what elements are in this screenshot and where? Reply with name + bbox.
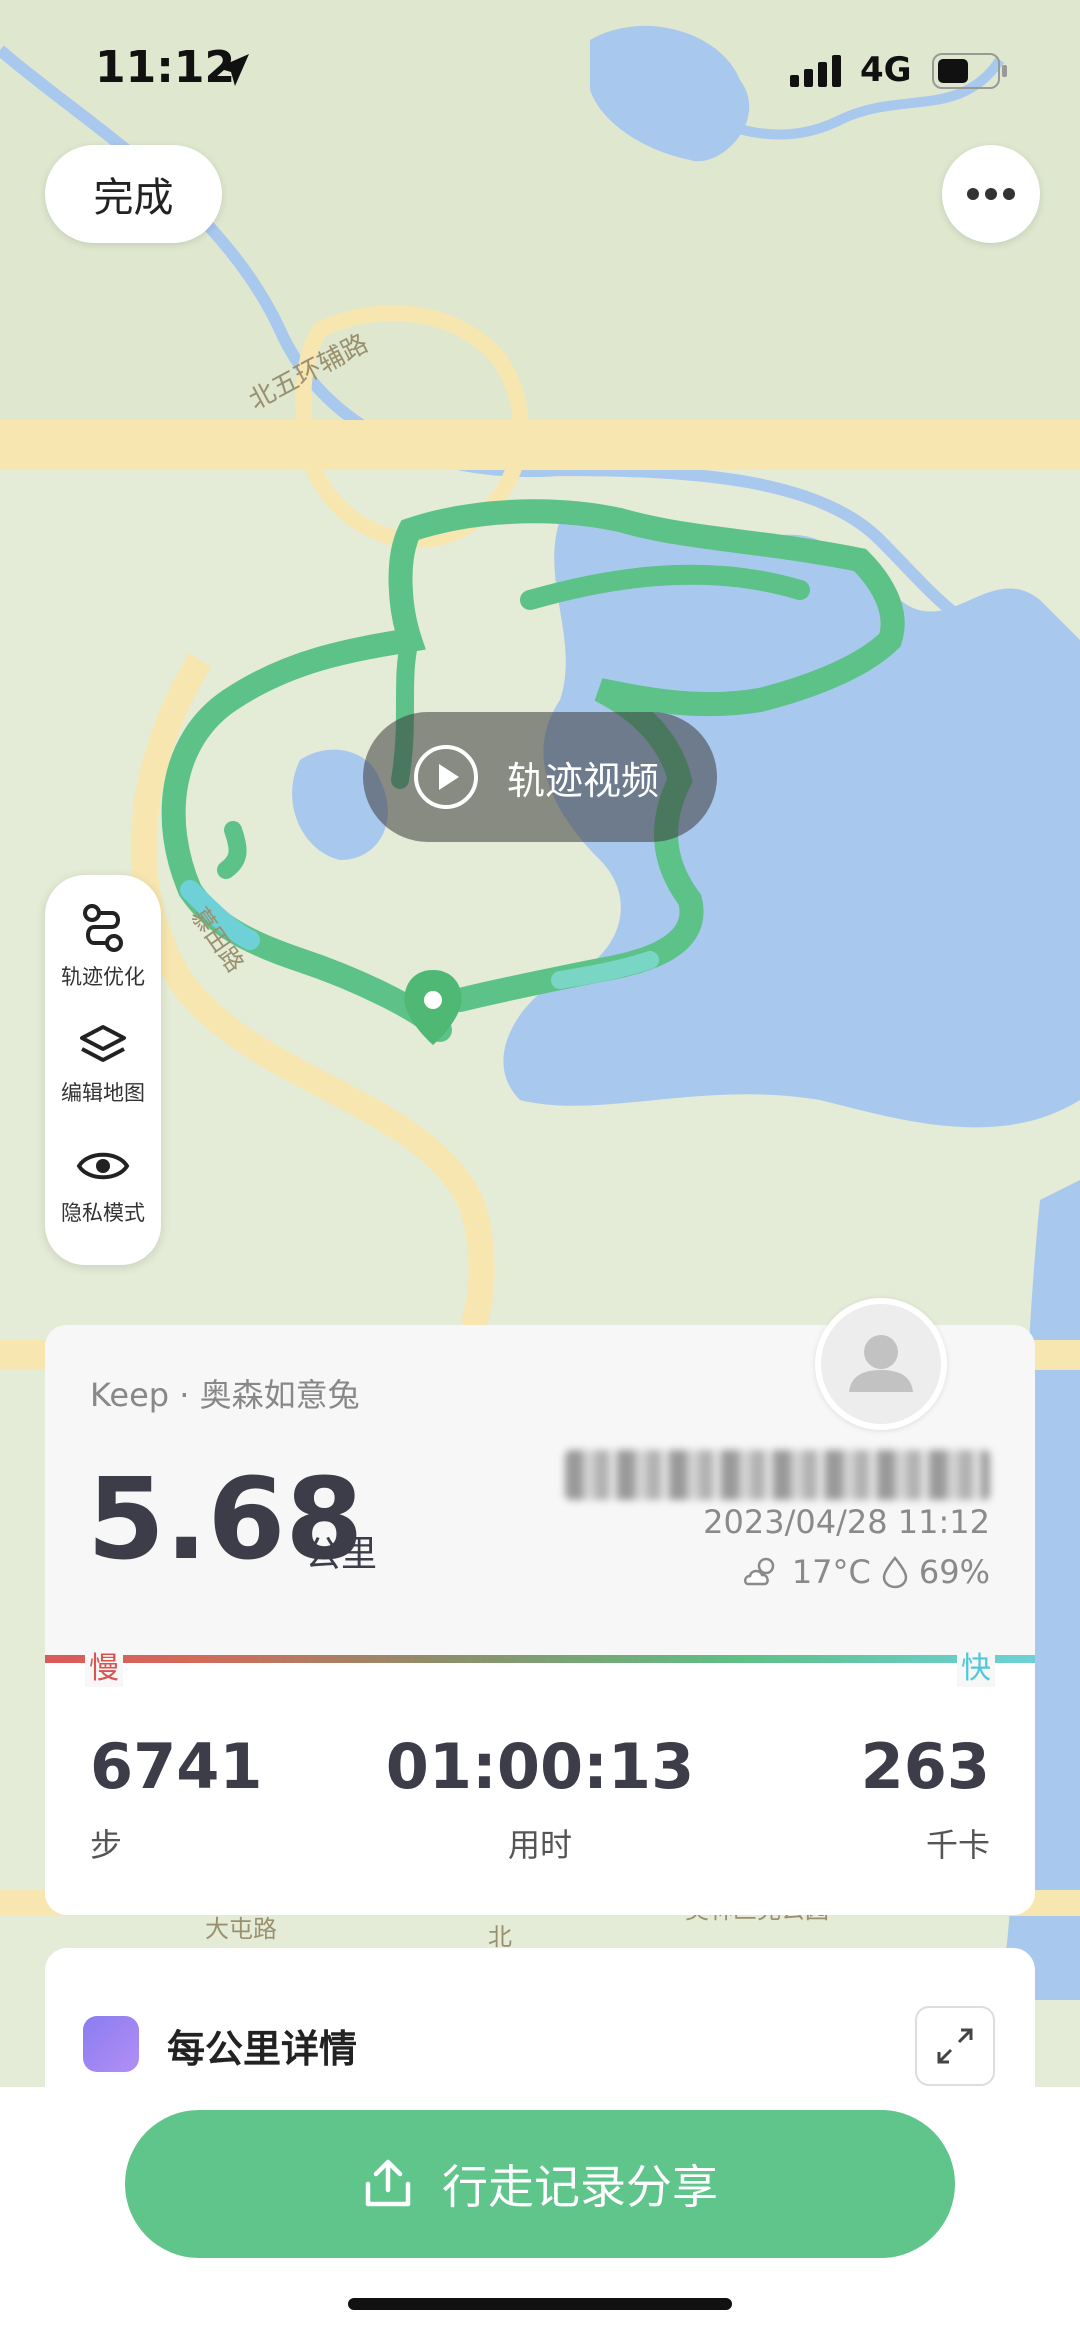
share-record-label: 行走记录分享 [442, 2160, 718, 2214]
duration-label: 用时 [507, 1826, 572, 1864]
home-indicator [348, 2298, 732, 2310]
map-road-label: 大屯路 [205, 1915, 277, 1943]
temperature-value: 17°C [791, 1553, 871, 1591]
fast-label: 快 [957, 1643, 995, 1687]
map-tools-panel: 轨迹优化 编辑地图 隐私模式 [45, 875, 161, 1265]
status-bar: 11:12 4G [0, 0, 1080, 140]
weather-info: 17°C 69% [742, 1553, 990, 1591]
track-video-label: 轨迹视频 [507, 758, 660, 803]
author-label: Keep · 奥森如意兔 [90, 1376, 360, 1414]
tool-label: 编辑地图 [61, 1081, 145, 1105]
track-video-button[interactable]: 轨迹视频 [363, 712, 717, 842]
distance-unit: 公里 [305, 1534, 378, 1575]
layers-icon [80, 1025, 126, 1062]
speed-gradient-bar [45, 1655, 1035, 1663]
calories-label: 千卡 [925, 1826, 990, 1864]
network-label: 4G [860, 50, 912, 90]
activity-datetime: 2023/04/28 11:12 [703, 1503, 990, 1541]
battery-icon [932, 53, 1007, 89]
tool-edit-map[interactable]: 编辑地图 [45, 1023, 161, 1107]
tool-label: 隐私模式 [61, 1201, 145, 1225]
blurred-location [565, 1450, 990, 1500]
tool-track-optimize[interactable]: 轨迹优化 [45, 903, 161, 991]
signal-icon [790, 55, 841, 87]
more-dots-icon [967, 188, 1015, 200]
expand-arrows-icon [937, 2028, 973, 2064]
tool-privacy-mode[interactable]: 隐私模式 [45, 1143, 161, 1227]
expand-button[interactable] [915, 2006, 995, 2086]
details-title: 每公里详情 [167, 2027, 358, 2071]
done-button-label: 完成 [93, 175, 174, 221]
share-upload-icon [365, 2159, 411, 2207]
eye-icon [76, 1152, 130, 1180]
avatar[interactable] [815, 1298, 947, 1430]
route-icon [83, 904, 123, 952]
details-icon [83, 2016, 139, 2072]
share-record-button[interactable]: 行走记录分享 [125, 2110, 955, 2258]
humidity-drop-icon [882, 1556, 908, 1589]
user-silhouette-icon [849, 1335, 913, 1392]
humidity-value: 69% [918, 1553, 990, 1591]
calories-value: 263 [860, 1730, 990, 1803]
play-icon [414, 745, 478, 809]
weather-cloud-sun-icon [743, 1557, 775, 1586]
slow-label: 慢 [85, 1643, 123, 1687]
map-road-label: 北 [488, 1923, 512, 1951]
location-arrow-icon [217, 54, 249, 86]
more-button[interactable] [942, 145, 1040, 243]
tool-label: 轨迹优化 [61, 965, 145, 989]
done-button[interactable]: 完成 [45, 145, 222, 243]
